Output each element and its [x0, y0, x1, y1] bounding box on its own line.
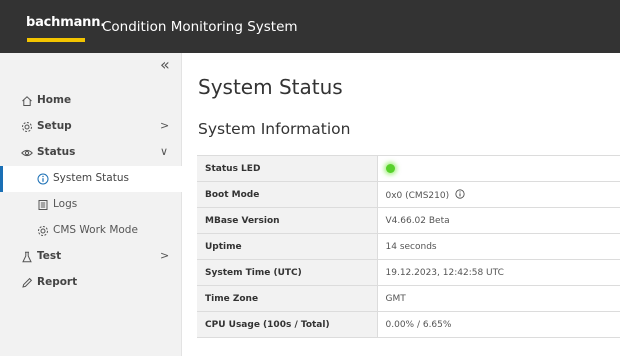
info-icon[interactable] [455, 188, 465, 199]
chevron-right-icon: > [160, 119, 170, 132]
boot-mode-value: 0x0 (CMS210) [385, 190, 450, 201]
chevron-right-icon: > [160, 249, 170, 262]
table-row: Uptime 14 seconds [197, 233, 620, 260]
sidebar-item-setup[interactable]: Setup > [0, 114, 182, 140]
sidebar-item-label: System Status [53, 172, 129, 184]
sidebar-item-logs[interactable]: Logs [0, 192, 182, 218]
system-info-table: Status LED Boot Mode 0x0 (CMS210) MBase … [197, 155, 620, 338]
sidebar-item-label: CMS Work Mode [53, 224, 138, 236]
row-value: 0x0 (CMS210) [377, 181, 620, 208]
gear-icon [38, 226, 48, 236]
info-icon [37, 173, 49, 185]
section-title: System Information [198, 120, 351, 138]
status-led-indicator [385, 163, 395, 173]
chevron-down-icon: ∨ [160, 145, 169, 158]
row-label: MBase Version [197, 207, 378, 234]
bachmann-logo[interactable]: bachmann. [26, 15, 105, 30]
sidebar-item-label: Test [37, 250, 62, 262]
pen-icon [22, 277, 33, 288]
row-value: 0.00% / 6.65% [377, 311, 620, 338]
table-row: MBase Version V4.66.02 Beta [197, 207, 620, 234]
table-row: System Time (UTC) 19.12.2023, 12:42:58 U… [197, 259, 620, 286]
row-label: System Time (UTC) [197, 259, 378, 286]
collapse-sidebar-button[interactable]: « [160, 55, 170, 74]
main-content: System Status System Information Status … [183, 53, 620, 356]
gear-icon [22, 122, 32, 132]
row-label: Uptime [197, 233, 378, 260]
row-label: Boot Mode [197, 181, 378, 208]
row-value: GMT [377, 285, 620, 312]
sidebar-item-status[interactable]: Status ∨ [0, 140, 182, 166]
sidebar-item-label: Status [37, 146, 76, 158]
row-value: 19.12.2023, 12:42:58 UTC [377, 259, 620, 286]
table-row: CPU Usage (100s / Total) 0.00% / 6.65% [197, 311, 620, 338]
row-value: V4.66.02 Beta [377, 207, 620, 234]
sidebar-item-label: Setup [37, 120, 72, 132]
sidebar-item-label: Report [37, 276, 78, 288]
logs-icon [38, 200, 48, 210]
sidebar-item-home[interactable]: Home [0, 88, 182, 114]
table-row: Time Zone GMT [197, 285, 620, 312]
sidebar-item-report[interactable]: Report [0, 270, 182, 296]
sidebar-item-cms-work-mode[interactable]: CMS Work Mode [0, 218, 182, 244]
page-title: System Status [198, 75, 343, 99]
flask-icon [22, 251, 32, 263]
row-value [377, 155, 620, 182]
sidebar-item-label: Home [37, 94, 72, 106]
home-icon [22, 96, 32, 106]
app-title: Condition Monitoring System [102, 19, 298, 35]
sidebar: « Home Setup > Status ∨ System Status Lo… [0, 53, 182, 356]
sidebar-item-system-status[interactable]: System Status [0, 166, 182, 192]
row-label: Status LED [197, 155, 378, 182]
sidebar-item-label: Logs [53, 198, 78, 210]
eye-icon [21, 149, 33, 157]
logo-underline [27, 38, 85, 42]
row-label: Time Zone [197, 285, 378, 312]
row-value: 14 seconds [377, 233, 620, 260]
row-label: CPU Usage (100s / Total) [197, 311, 378, 338]
sidebar-item-test[interactable]: Test > [0, 244, 182, 270]
top-bar: bachmann. Condition Monitoring System [0, 0, 620, 53]
table-row: Status LED [197, 155, 620, 182]
table-row: Boot Mode 0x0 (CMS210) [197, 181, 620, 208]
